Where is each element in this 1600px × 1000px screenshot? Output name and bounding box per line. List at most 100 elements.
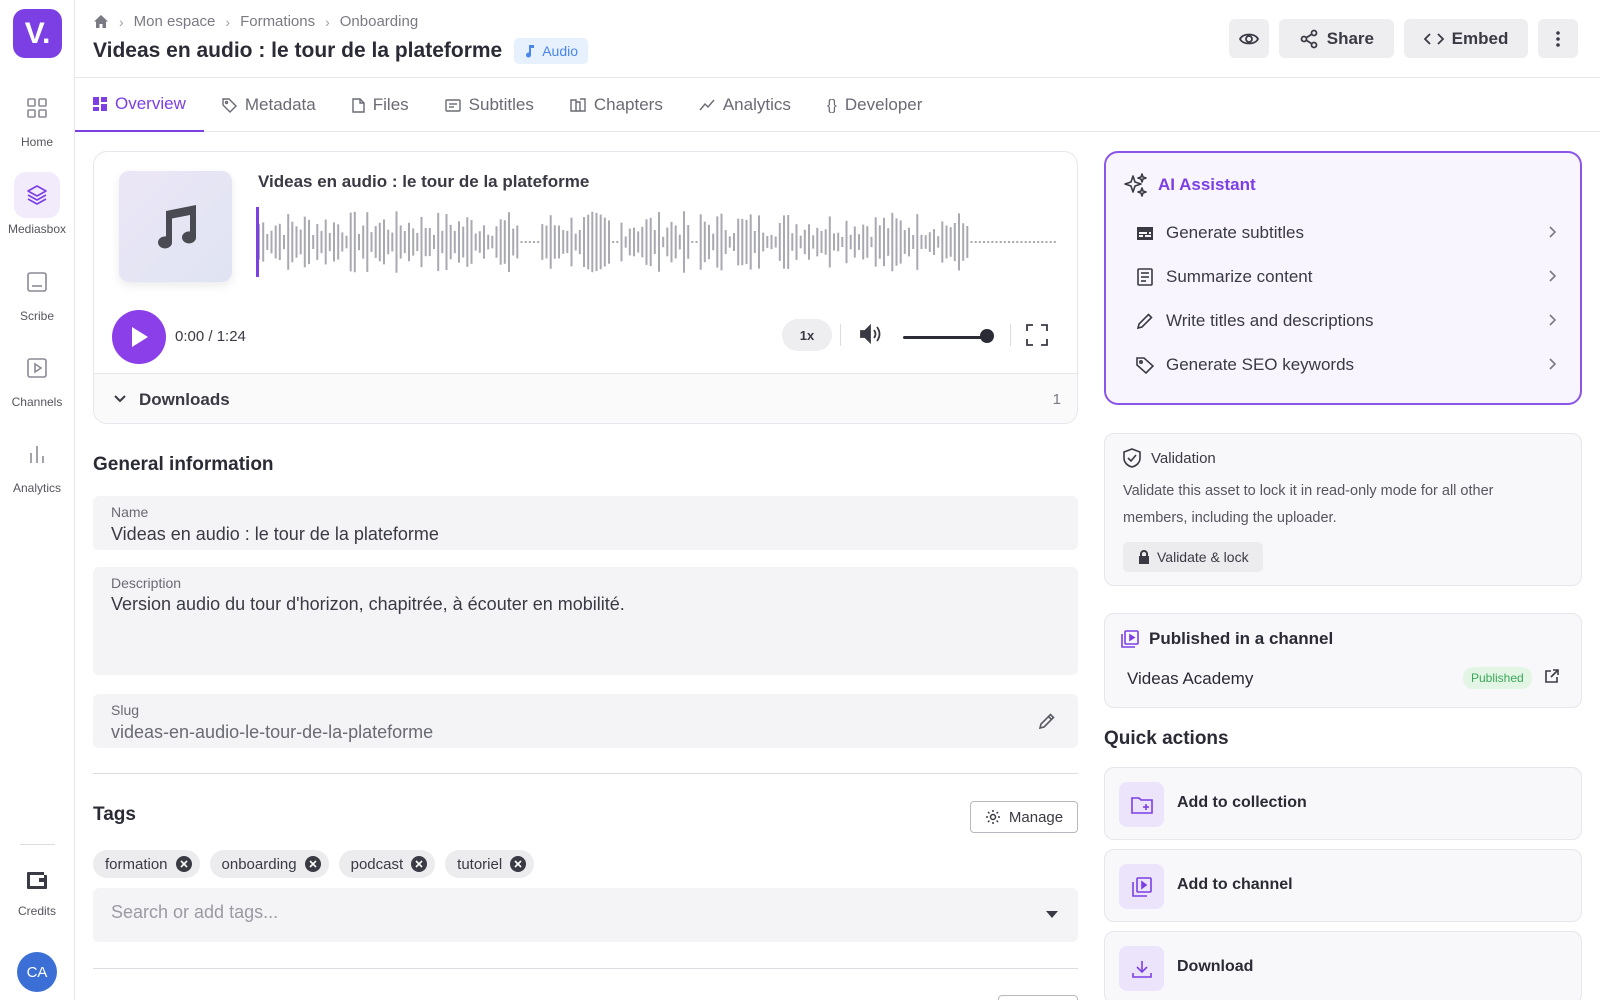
waveform-bar	[541, 224, 544, 260]
share-button[interactable]: Share	[1278, 19, 1394, 58]
remove-tag-icon[interactable]	[510, 856, 527, 872]
waveform-bar	[274, 225, 277, 259]
nav-item-analytics[interactable]: Analytics	[0, 431, 74, 495]
remove-tag-icon[interactable]	[411, 856, 428, 872]
nav-label: Channels	[11, 395, 63, 409]
pencil-icon[interactable]	[1038, 712, 1056, 730]
time-display: 0:00 / 1:24	[175, 328, 246, 345]
waveform-bar	[795, 224, 798, 260]
waveform-bar	[437, 212, 440, 272]
next-section-button[interactable]	[998, 995, 1078, 1000]
embed-button[interactable]: Embed	[1404, 19, 1528, 58]
add-to-channel-button[interactable]: Add to channel	[1104, 849, 1582, 922]
external-link-icon[interactable]	[1545, 669, 1559, 683]
waveform-bar	[958, 213, 960, 271]
playhead[interactable]	[256, 207, 259, 277]
waveform-bar	[766, 236, 769, 248]
waveform-bar	[637, 231, 640, 253]
chevron-right-icon	[1548, 358, 1556, 370]
ai-item-label: Write titles and descriptions	[1166, 311, 1374, 330]
more-button[interactable]	[1538, 19, 1578, 58]
download-button[interactable]: Download	[1104, 931, 1582, 1000]
waveform-bar	[403, 231, 406, 254]
playback-speed-button[interactable]: 1x	[782, 319, 832, 351]
breadcrumb-item[interactable]: Onboarding	[340, 13, 418, 30]
remove-tag-icon[interactable]	[175, 856, 192, 872]
audio-cover	[119, 171, 232, 282]
name-value[interactable]: Videas en audio : le tour de la platefor…	[111, 524, 439, 545]
volume-icon[interactable]	[859, 323, 883, 345]
remove-tag-icon[interactable]	[304, 856, 321, 872]
waveform-bar	[920, 234, 923, 250]
ai-generate-subtitles[interactable]: Generate subtitles	[1136, 215, 1556, 251]
name-field[interactable]: Name Videas en audio : le tour de la pla…	[93, 496, 1078, 550]
play-button[interactable]	[112, 310, 166, 364]
tag-label: tutoriel	[457, 855, 503, 873]
waveform-bar	[508, 212, 510, 272]
tab-developer[interactable]: {} Developer	[809, 78, 941, 132]
nav-item-home[interactable]: Home	[0, 85, 74, 149]
tag-search-input[interactable]	[111, 902, 1011, 923]
caret-down-icon[interactable]	[1046, 911, 1058, 919]
description-field[interactable]: Description Version audio du tour d'hori…	[93, 567, 1078, 675]
breadcrumb-item[interactable]: Mon espace	[134, 13, 216, 30]
preview-button[interactable]	[1228, 19, 1269, 58]
ai-write-titles[interactable]: Write titles and descriptions	[1136, 303, 1556, 339]
volume-slider-thumb[interactable]	[980, 329, 994, 343]
waveform-bar	[849, 234, 852, 250]
waveform-bar	[328, 232, 331, 252]
nav-item-channels[interactable]: Channels	[0, 345, 74, 409]
fullscreen-icon[interactable]	[1026, 324, 1048, 346]
app-logo[interactable]: V.	[13, 9, 62, 58]
waveform-bar	[933, 229, 935, 255]
breadcrumb-item[interactable]: Formations	[240, 13, 315, 30]
tab-files[interactable]: Files	[334, 78, 427, 132]
channel-name[interactable]: Videas Academy	[1127, 669, 1253, 689]
trend-icon	[699, 99, 715, 111]
waveform-bar	[949, 227, 952, 257]
lock-icon	[1137, 549, 1151, 565]
header-actions: Share Embed	[1228, 19, 1578, 58]
waveform-bar	[333, 222, 335, 262]
add-to-collection-button[interactable]: Add to collection	[1104, 767, 1582, 840]
description-value[interactable]: Version audio du tour d'horizon, chapitr…	[111, 594, 625, 615]
tab-label: Analytics	[722, 95, 791, 114]
waveform-bar	[866, 226, 869, 258]
ai-generate-seo-keywords[interactable]: Generate SEO keywords	[1136, 347, 1556, 383]
downloads-section[interactable]: Downloads 1	[94, 373, 1077, 423]
nav-label: Analytics	[12, 481, 62, 495]
waveform-bar	[591, 211, 594, 273]
waveform-bar	[533, 241, 535, 243]
waveform-bar	[633, 227, 635, 257]
nav-item-mediasbox[interactable]: Mediasbox	[0, 172, 74, 236]
tab-analytics[interactable]: Analytics	[681, 78, 809, 132]
waveform-bar	[520, 241, 523, 243]
validate-lock-button[interactable]: Validate & lock	[1123, 542, 1263, 572]
waveform-bar	[978, 241, 981, 243]
home-icon[interactable]	[93, 14, 109, 30]
manage-tags-button[interactable]: Manage	[970, 801, 1078, 833]
avatar[interactable]: CA	[17, 952, 57, 992]
tab-overview[interactable]: Overview	[75, 78, 204, 132]
waveform-bar	[345, 235, 348, 249]
quick-action-label: Download	[1177, 958, 1254, 975]
waveform-bar	[608, 220, 610, 264]
player-title: Videas en audio : le tour de la platefor…	[258, 172, 590, 191]
validation-text: Validate this asset to lock it in read-o…	[1123, 483, 1494, 526]
tab-chapters[interactable]: Chapters	[552, 78, 681, 132]
waveform-bar	[753, 231, 756, 253]
tab-subtitles[interactable]: Subtitles	[427, 78, 552, 132]
waveform-bar	[466, 217, 469, 267]
nav-item-scribe[interactable]: Scribe	[0, 259, 74, 323]
waveform-bar	[1049, 241, 1052, 243]
download-icon	[1119, 946, 1164, 991]
waveform[interactable]	[256, 207, 1056, 277]
nav-item-credits[interactable]: Credits	[0, 864, 74, 918]
tab-metadata[interactable]: Metadata	[204, 78, 334, 132]
volume-slider[interactable]	[903, 336, 988, 339]
waveform-bar	[1012, 241, 1015, 243]
ai-summarize-content[interactable]: Summarize content	[1136, 259, 1556, 295]
chevron-right-icon: ›	[225, 13, 231, 30]
tag-search-field[interactable]	[93, 888, 1078, 942]
waveform-bar	[595, 212, 598, 272]
